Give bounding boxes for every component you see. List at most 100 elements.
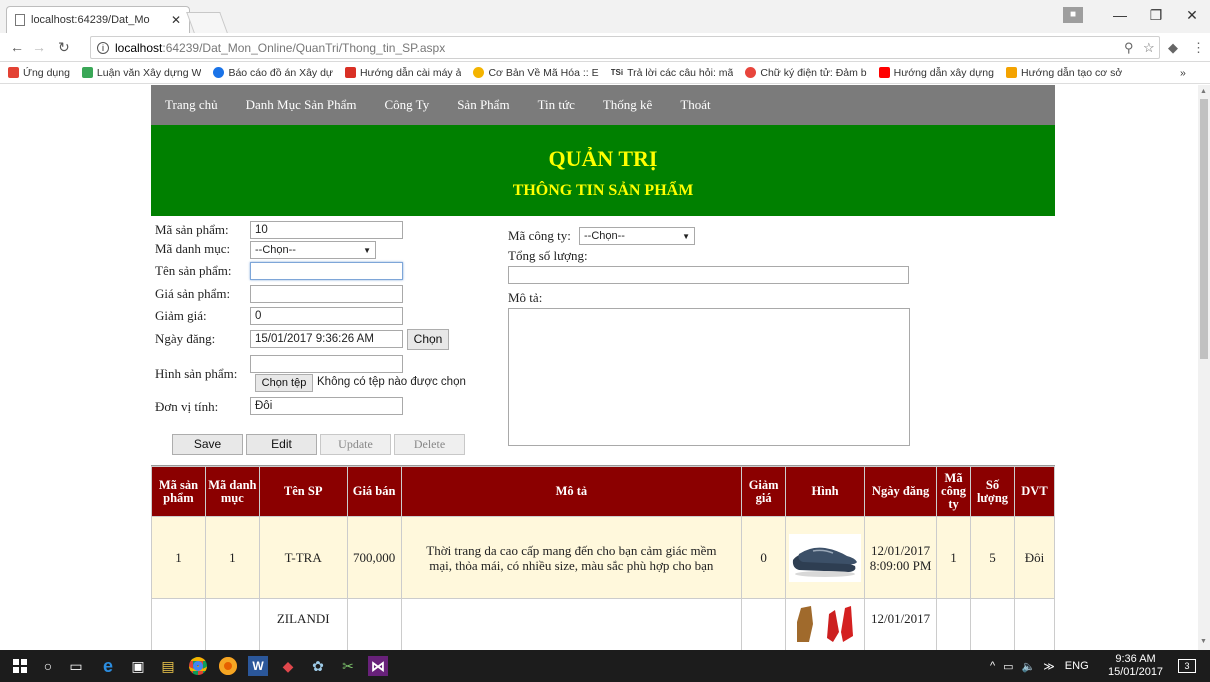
header-ma-cty: Mã công ty: [936, 466, 972, 517]
chevron-up-icon[interactable]: ^: [990, 660, 995, 672]
search-icon[interactable]: ○: [38, 656, 58, 676]
menu-thong-ke[interactable]: Thống kê: [603, 97, 652, 113]
bookmark-item[interactable]: Cơ Bản Về Mã Hóa :: E: [473, 67, 599, 79]
volume-icon[interactable]: 🔈: [1022, 660, 1036, 673]
scroll-up-icon[interactable]: ▲: [1200, 88, 1207, 95]
cell-mota: [400, 598, 743, 650]
reload-icon[interactable]: ↻: [58, 39, 70, 56]
bookmark-apps[interactable]: Ứng dụng: [8, 67, 70, 79]
back-icon[interactable]: ←: [10, 39, 24, 55]
cell-cty: [936, 598, 972, 650]
scrollbar-thumb[interactable]: [1200, 99, 1208, 359]
bookmark-item[interactable]: TSi Trả lời các câu hỏi: mã: [611, 67, 734, 79]
info-icon[interactable]: i: [97, 41, 109, 54]
minimize-icon[interactable]: —: [1102, 0, 1138, 30]
word-icon[interactable]: W: [248, 656, 268, 676]
table-row[interactable]: 1 1 T-TRA 700,000 Thời trang da cao cấp …: [151, 516, 1056, 599]
tab-title: localhost:64239/Dat_Mo: [31, 14, 150, 26]
bookmark-label: Báo cáo đồ án Xây dự: [228, 66, 333, 79]
edit-button[interactable]: Edit: [246, 434, 317, 455]
menu-san-pham[interactable]: Sản Phẩm: [457, 97, 509, 113]
snipping-icon[interactable]: ✂: [338, 656, 358, 676]
giam-gia-input[interactable]: 0: [250, 307, 403, 325]
key-icon[interactable]: ⚲: [1124, 40, 1134, 56]
user-profile-icon[interactable]: ■: [1063, 7, 1083, 23]
save-button[interactable]: Save: [172, 434, 243, 455]
delete-button[interactable]: Delete: [394, 434, 465, 455]
clock[interactable]: 9:36 AM 15/01/2017: [1108, 650, 1163, 682]
update-button[interactable]: Update: [320, 434, 391, 455]
cell-ma-sp: [151, 598, 206, 650]
bookmark-label: Trả lời các câu hỏi: mã: [627, 66, 734, 79]
ten-sp-input[interactable]: [250, 262, 403, 280]
paint-icon[interactable]: ✿: [308, 656, 328, 676]
header-hinh: Hình: [785, 466, 866, 517]
page-viewport: Trang chủ Danh Mục Sản Phẩm Công Ty Sản …: [0, 85, 1198, 650]
header-gia: Giá bán: [346, 466, 402, 517]
bookmark-item[interactable]: Hướng dẫn cài máy ả: [344, 67, 461, 79]
language-indicator[interactable]: ENG: [1065, 660, 1089, 672]
cell-dvt: Đôi: [1013, 516, 1056, 599]
hinh-label: Hình sản phẩm:: [155, 366, 238, 381]
file-explorer-icon[interactable]: ▤: [158, 656, 178, 676]
more-bookmarks-icon[interactable]: »: [1180, 67, 1186, 79]
browser-tab[interactable]: localhost:64239/Dat_Mo ✕: [6, 6, 190, 33]
menu-icon[interactable]: ⋮: [1192, 40, 1205, 56]
forward-icon[interactable]: →: [32, 39, 46, 55]
firefox-icon[interactable]: [218, 656, 238, 676]
bookmark-item[interactable]: Chữ ký điện tử: Đảm b: [745, 67, 867, 79]
bookmark-label: Hướng dẫn tạo cơ sở: [1020, 66, 1123, 79]
close-window-icon[interactable]: ✕: [1174, 0, 1210, 30]
chrome-icon[interactable]: [188, 656, 208, 676]
ngay-dang-input[interactable]: 15/01/2017 9:36:26 AM: [250, 330, 403, 348]
table-row[interactable]: ZILANDI 12/01/2017: [151, 598, 1056, 650]
dvt-input[interactable]: Đôi: [250, 397, 403, 415]
app-icon[interactable]: ◆: [278, 656, 298, 676]
menu-cong-ty[interactable]: Công Ty: [384, 97, 429, 113]
task-view-icon[interactable]: ▭: [66, 656, 86, 676]
bookmark-item[interactable]: Luận văn Xây dựng W: [81, 67, 201, 79]
scroll-down-icon[interactable]: ▼: [1200, 638, 1207, 645]
page-scrollbar[interactable]: ▲ ▼: [1198, 85, 1210, 650]
restore-icon[interactable]: ❐: [1138, 0, 1174, 30]
ma-cty-select[interactable]: --Chọn-- ▼: [579, 227, 695, 245]
tong-sl-input[interactable]: [508, 266, 909, 284]
extension-icon[interactable]: ◆: [1168, 40, 1178, 56]
menu-danh-muc[interactable]: Danh Mục Sản Phẩm: [246, 97, 357, 113]
visual-studio-icon[interactable]: ⋈: [368, 656, 388, 676]
bookmark-star-icon[interactable]: ☆: [1143, 40, 1155, 56]
menu-tin-tuc[interactable]: Tin tức: [538, 97, 575, 113]
cell-dvt: [1013, 598, 1056, 650]
chon-date-button[interactable]: Chọn: [407, 329, 449, 350]
bookmark-item[interactable]: Báo cáo đồ án Xây dự: [213, 67, 333, 79]
bookmark-icon: [1005, 67, 1017, 78]
windows-start-icon[interactable]: [10, 656, 30, 676]
battery-icon[interactable]: ▭: [1003, 660, 1013, 673]
cell-ten: T-TRA: [258, 516, 348, 599]
mo-ta-textarea[interactable]: [508, 308, 910, 446]
cell-sl: [970, 598, 1015, 650]
shoe-image: [789, 533, 862, 582]
notification-center-icon[interactable]: 3: [1178, 650, 1196, 682]
wifi-icon[interactable]: ≫: [1043, 660, 1055, 673]
chon-tep-button[interactable]: Chọn tệp: [255, 374, 313, 392]
address-bar[interactable]: i localhost:64239/Dat_Mon_Online/QuanTri…: [90, 36, 1160, 59]
ma-sp-input[interactable]: 10: [250, 221, 403, 239]
gia-input[interactable]: [250, 285, 403, 303]
new-tab-button[interactable]: [186, 12, 228, 33]
menu-thoat[interactable]: Thoát: [680, 97, 710, 113]
bookmark-item[interactable]: Hướng dẫn xây dựng: [878, 67, 994, 79]
edge-icon[interactable]: e: [98, 656, 118, 676]
close-tab-icon[interactable]: ✕: [171, 13, 181, 27]
ma-dm-value: --Chọn--: [255, 244, 296, 256]
dvt-label: Đơn vị tính:: [155, 399, 219, 414]
cell-gia: 700,000: [346, 516, 402, 599]
hinh-input[interactable]: [250, 355, 403, 373]
menu-trang-chu[interactable]: Trang chủ: [165, 97, 218, 113]
store-icon[interactable]: ▣: [128, 656, 148, 676]
bookmark-item[interactable]: Hướng dẫn tạo cơ sở: [1005, 66, 1123, 79]
tong-sl-label: Tổng số lượng:: [508, 248, 588, 263]
ma-dm-select[interactable]: --Chọn-- ▼: [250, 241, 376, 259]
header-mo-ta: Mô tả: [400, 466, 743, 517]
system-tray-icons[interactable]: ^ ▭ 🔈 ≫ ENG: [990, 650, 1089, 682]
